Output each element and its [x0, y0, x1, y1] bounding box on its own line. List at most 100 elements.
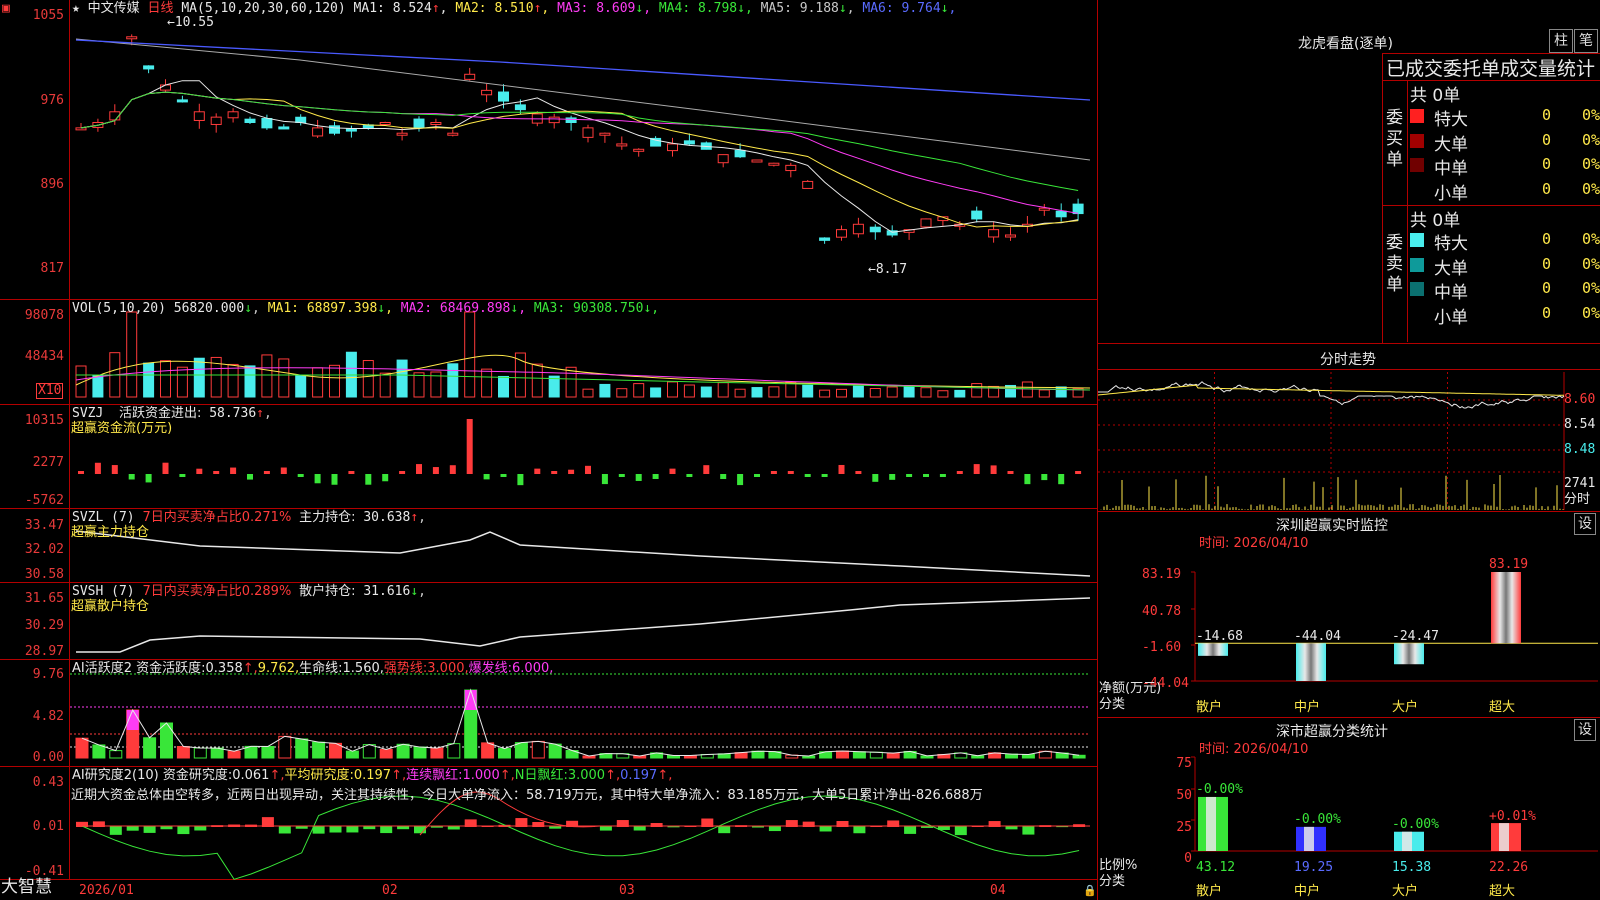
activity-bar	[1021, 754, 1035, 759]
flow-bar	[669, 468, 676, 474]
candle-body	[785, 164, 797, 172]
activity-bar	[1072, 754, 1086, 759]
high-price-note: ←10.55	[167, 15, 214, 30]
candle-body	[565, 117, 577, 123]
ma-item: MA5: 9.188↓,	[760, 1, 863, 16]
header-item: ↑,	[657, 768, 673, 783]
research-bar	[904, 826, 917, 834]
flow-bar	[263, 471, 270, 474]
header-item: 0.197	[620, 768, 658, 783]
flow-bar	[1041, 474, 1048, 481]
ma-line	[80, 91, 1079, 214]
volume-bar	[903, 385, 915, 398]
candle-body	[920, 218, 932, 228]
flow-bar	[162, 462, 169, 474]
flow-bar	[906, 474, 913, 477]
volume-bar	[413, 372, 425, 398]
header-item: 3.000,	[427, 661, 469, 676]
volume-bar	[176, 366, 188, 398]
flow-bar	[314, 474, 321, 484]
volume-bar	[836, 388, 847, 398]
candle-body	[176, 99, 188, 103]
period-label[interactable]: 日线	[148, 1, 174, 16]
research-bar	[599, 826, 612, 831]
volume-bar	[261, 354, 273, 398]
ma-values: MA1: 8.524↑, MA2: 8.510↑, MA3: 8.609↓, M…	[354, 1, 957, 16]
volume-bar	[227, 363, 239, 398]
header-item: 0.358	[205, 661, 243, 676]
research-line	[81, 795, 1080, 880]
monitor-category: 中户	[1294, 700, 1321, 715]
classify-value-label: 15.38	[1392, 860, 1432, 875]
svsh-y-tick: 28.97	[24, 644, 64, 659]
volume-bar	[312, 367, 324, 398]
flow-bar	[973, 464, 980, 474]
svsh-y-tick: 31.65	[24, 591, 64, 606]
candle-body	[869, 226, 881, 233]
candle-body	[126, 36, 138, 40]
svsh-y-tick: 30.29	[24, 618, 64, 633]
svzj-y-tick: 2277	[32, 455, 64, 470]
candle-body	[244, 118, 256, 123]
classify-bar-highlight	[1206, 796, 1216, 851]
volume-bar	[362, 360, 374, 398]
candle-body	[295, 116, 307, 123]
candle-body	[751, 159, 763, 163]
activity-bar	[261, 745, 275, 759]
research-bar	[177, 826, 190, 835]
brand-logo: 大智慧	[1, 877, 52, 897]
vol-unit-badge: X10	[36, 383, 64, 399]
activity-bar	[734, 752, 748, 759]
header-item: ↑,	[391, 768, 407, 783]
candle-body	[227, 111, 239, 119]
header-item: ↑,	[605, 768, 621, 783]
classify-category: 超大	[1489, 884, 1516, 899]
research-bar	[126, 826, 139, 831]
monitor-bar	[1491, 572, 1521, 644]
activity-bar	[852, 751, 866, 759]
header-item: 0.197	[353, 768, 392, 783]
ma-line	[80, 91, 1079, 191]
volume-bar	[464, 311, 476, 398]
main-chart-area[interactable]: ▣ ★ 中文传媒 日线 MA(5,10,20,30,60,120) MA1: 8…	[0, 0, 1098, 900]
candle-body	[430, 122, 442, 125]
volume-bar	[514, 352, 526, 398]
volume-bar	[633, 383, 645, 398]
favorite-star-icon[interactable]: ★	[72, 1, 80, 16]
candle-body	[683, 140, 695, 145]
flow-bar	[128, 474, 135, 480]
flow-bar	[432, 467, 439, 474]
research-bar	[447, 826, 460, 830]
volume-bar	[481, 368, 493, 398]
flow-bar	[500, 474, 507, 477]
volume-bar	[126, 311, 138, 398]
candle-body	[836, 229, 847, 238]
volume-bar	[886, 386, 898, 398]
candle-body	[329, 125, 340, 134]
header-item: 连续飘红:	[406, 768, 463, 783]
activity-bar	[836, 750, 849, 759]
header-item: 平均研究度:	[284, 768, 354, 783]
ma-formula: MA(5,10,20,30,60,120)	[181, 1, 346, 16]
candle-body	[514, 104, 526, 111]
research-bar	[768, 826, 781, 832]
candle-body	[1005, 234, 1016, 238]
activity-bar	[210, 747, 224, 759]
svzl-y-tick: 32.02	[24, 542, 64, 557]
candle-body	[413, 118, 425, 129]
research-bar	[718, 826, 731, 834]
candle-body	[768, 162, 780, 166]
vol-y-tick: 48434	[24, 349, 64, 364]
flow-bar	[872, 474, 879, 482]
header-item: 1.000	[462, 768, 500, 783]
activity-bar	[345, 750, 359, 759]
volume-bar	[329, 364, 340, 398]
flow-bar	[703, 465, 710, 474]
monitor-bar	[1296, 643, 1326, 681]
candle-body	[312, 127, 324, 137]
candle-body	[464, 73, 476, 80]
right-panel: 龙虎看盘(逐单) 柱 笔 已成交委托单成交量统计 委买单 共 0单 特大 0 0% 大…	[1098, 0, 1600, 900]
lock-icon[interactable]: 🔒	[1083, 883, 1097, 898]
candle-body	[379, 122, 391, 125]
ma-item: MA3: 8.609↓,	[557, 1, 659, 16]
